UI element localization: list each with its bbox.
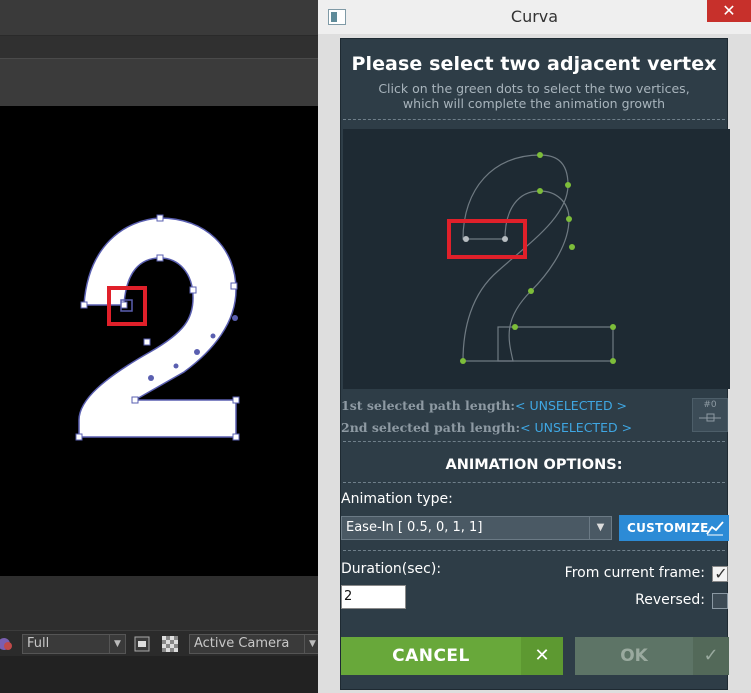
ae-bottom-band xyxy=(0,576,318,630)
ae-timeline-area xyxy=(0,656,318,693)
instruction-subtitle-line2: which will complete the animation growth xyxy=(402,96,666,111)
screenshot-root: Full ▼ Active Camera ▼ Curva ✕ Please se… xyxy=(0,0,751,693)
divider xyxy=(343,482,725,483)
second-path-value: < UNSELECTED > xyxy=(520,420,633,435)
animation-type-value: Ease-In [ 0.5, 0, 1, 1] xyxy=(346,520,483,535)
ae-canvas[interactable] xyxy=(0,106,318,576)
instruction-subtitle-line1: Click on the green dots to select the tw… xyxy=(378,81,690,96)
path-preview[interactable] xyxy=(343,129,730,389)
duration-input[interactable]: 2 xyxy=(341,585,406,609)
transparency-grid-icon[interactable] xyxy=(162,636,178,652)
animation-type-label: Animation type: xyxy=(341,491,453,507)
region-of-interest-icon[interactable] xyxy=(134,636,150,652)
divider xyxy=(343,441,725,442)
ae-viewer-toolbar: Full ▼ Active Camera ▼ xyxy=(0,630,321,656)
divider xyxy=(343,550,725,551)
ok-button[interactable]: OK ✓ xyxy=(575,637,729,675)
ae-resolution-value: Full xyxy=(27,636,50,651)
chevron-down-icon: ▼ xyxy=(589,517,611,539)
divider xyxy=(343,119,725,120)
node-button[interactable]: #0 xyxy=(692,398,728,432)
ae-camera-value: Active Camera xyxy=(194,636,290,651)
reversed-checkbox[interactable] xyxy=(712,593,728,609)
first-path-length: 1st selected path length:< UNSELECTED > xyxy=(341,398,627,413)
cancel-label: CANCEL xyxy=(392,646,470,666)
second-path-label: 2nd selected path length: xyxy=(341,420,521,435)
cancel-button[interactable]: CANCEL ✕ xyxy=(341,637,563,675)
instruction-title: Please select two adjacent vertex xyxy=(351,53,717,75)
dialog-panel: Please select two adjacent vertex Click … xyxy=(340,38,730,690)
preview-path-base xyxy=(497,326,614,362)
node-icon xyxy=(699,413,721,422)
reversed-label: Reversed: xyxy=(635,592,705,608)
ok-label: OK xyxy=(620,646,648,666)
ae-shape-two[interactable] xyxy=(0,106,318,576)
customize-button[interactable]: CUSTOMIZE xyxy=(619,515,729,541)
ae-composition-panel: Full ▼ Active Camera ▼ xyxy=(0,0,321,693)
second-path-length: 2nd selected path length:< UNSELECTED > xyxy=(341,420,632,435)
first-path-label: 1st selected path length: xyxy=(341,398,516,413)
ae-tab-band xyxy=(0,36,318,58)
curva-dialog: Curva ✕ Please select two adjacent verte… xyxy=(318,0,751,693)
instruction-subtitle: Click on the green dots to select the tw… xyxy=(341,81,727,111)
animation-type-select[interactable]: Ease-In [ 0.5, 0, 1, 1] ▼ xyxy=(341,516,612,540)
check-icon: ✓ xyxy=(693,637,729,675)
from-current-frame-label: From current frame: xyxy=(564,565,705,581)
ae-top-band xyxy=(0,0,318,36)
checkmark-icon: ✓ xyxy=(714,564,728,583)
window-title: Curva xyxy=(510,7,559,26)
duration-label: Duration(sec): xyxy=(341,561,442,577)
ae-path-fill[interactable] xyxy=(78,217,237,438)
customize-label: CUSTOMIZE xyxy=(627,521,709,535)
path-preview-graphic[interactable] xyxy=(343,129,730,389)
chevron-down-icon: ▼ xyxy=(109,635,125,653)
close-icon: ✕ xyxy=(521,637,563,675)
ae-resolution-dropdown[interactable]: Full ▼ xyxy=(22,634,126,654)
title-bar[interactable]: Curva ✕ xyxy=(318,0,751,34)
from-current-frame-checkbox[interactable]: ✓ xyxy=(712,564,728,583)
close-button[interactable]: ✕ xyxy=(707,0,751,22)
first-path-value: < UNSELECTED > xyxy=(515,398,628,413)
ae-header-band xyxy=(0,58,318,106)
ae-color-icon[interactable] xyxy=(0,636,12,652)
ae-camera-dropdown[interactable]: Active Camera ▼ xyxy=(189,634,321,654)
curve-chart-icon xyxy=(706,521,724,536)
animation-options-title: ANIMATION OPTIONS: xyxy=(445,457,623,473)
